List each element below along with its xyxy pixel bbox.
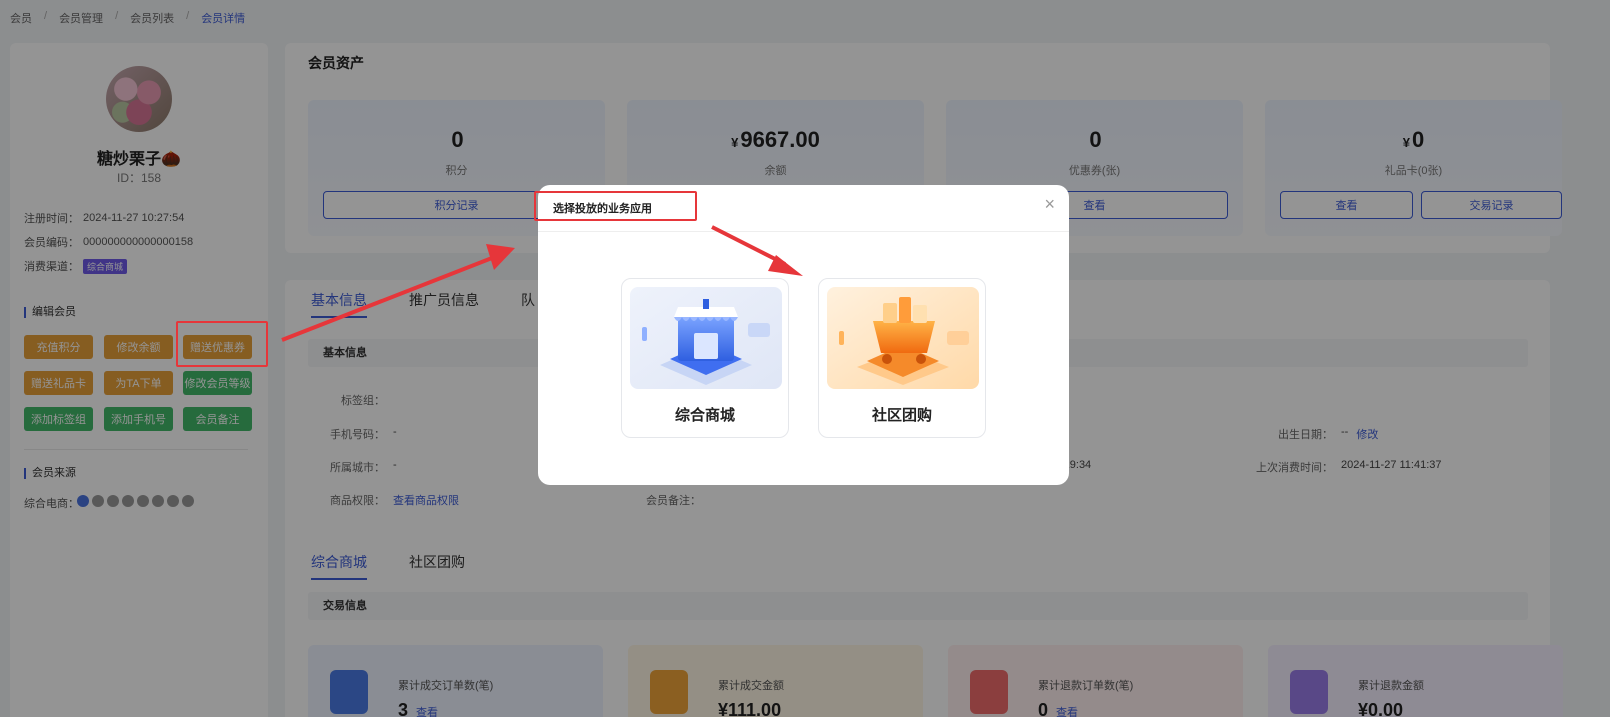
annotation-arrows: [281, 225, 803, 342]
